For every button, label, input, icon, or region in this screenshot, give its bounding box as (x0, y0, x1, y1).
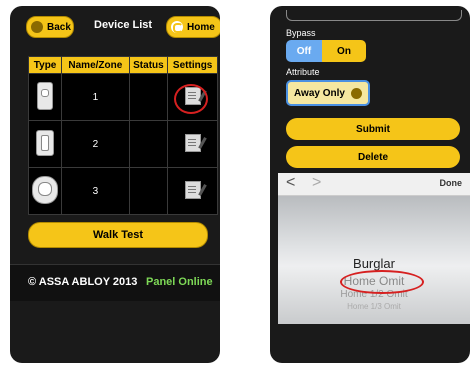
back-icon (31, 21, 43, 33)
highlight-circle (340, 270, 424, 294)
bypass-on-button[interactable]: On (322, 40, 366, 62)
picker-toolbar: < > Done (278, 173, 470, 196)
home-label: Home (187, 21, 215, 33)
type-cell (27, 120, 63, 168)
walk-test-button[interactable]: Walk Test (28, 222, 208, 248)
done-button[interactable]: Done (440, 178, 463, 188)
type-cell (27, 73, 63, 121)
picker-option[interactable]: Burglar (278, 256, 470, 271)
home-icon (171, 21, 183, 33)
bypass-label: Bypass (286, 28, 316, 38)
next-arrow-icon[interactable]: > (312, 174, 321, 192)
header-bar: Back Device List Home (16, 16, 220, 38)
back-button[interactable]: Back (26, 16, 74, 38)
table-row: 1 (27, 73, 218, 121)
settings-cell (167, 167, 218, 215)
column-header-status: Status (128, 56, 169, 74)
type-cell (27, 167, 63, 215)
column-header-name-zone: Name/Zone (61, 56, 130, 74)
edit-settings-icon[interactable] (184, 133, 201, 152)
settings-cell (167, 120, 218, 168)
picker-option[interactable]: Home 1/3 Omit (278, 302, 470, 311)
zone-cell: 3 (61, 167, 130, 215)
status-cell (128, 73, 169, 121)
device-table: Type Name/Zone Status Settings 1 2 3 (27, 56, 218, 215)
device-settings-screen: Bypass Off On Attribute Away Only Submit… (270, 6, 470, 363)
motion-sensor-icon (32, 175, 59, 204)
panel-status: Panel Online (146, 276, 213, 288)
status-cell (128, 120, 169, 168)
table-row: 3 (27, 167, 218, 215)
submit-button[interactable]: Submit (286, 118, 460, 140)
attribute-select[interactable]: Away Only (286, 80, 370, 106)
copyright-text: © ASSA ABLOY 2013 (28, 276, 138, 288)
bypass-toggle: Off On (286, 40, 366, 62)
zone-cell: 2 (61, 120, 130, 168)
settings-cell (167, 73, 218, 121)
back-label: Back (47, 21, 71, 33)
name-field-fragment[interactable] (286, 10, 462, 21)
highlight-circle (174, 84, 209, 114)
edit-settings-icon[interactable] (184, 180, 201, 199)
table-header-row: Type Name/Zone Status Settings (27, 56, 218, 74)
device-list-screen: Back Device List Home Type Name/Zone Sta… (10, 6, 220, 363)
attribute-picker-wheel[interactable]: Burglar Home Omit Home 1/2 Omit Home 1/3… (278, 196, 470, 324)
home-button[interactable]: Home (166, 16, 220, 38)
prev-arrow-icon[interactable]: < (286, 174, 295, 192)
zone-cell: 1 (61, 73, 130, 121)
attribute-value: Away Only (294, 87, 345, 99)
table-row: 2 (27, 120, 218, 168)
delete-button[interactable]: Delete (286, 146, 460, 168)
page-title: Device List (94, 19, 153, 31)
chevron-icon (350, 87, 362, 99)
attribute-label: Attribute (286, 67, 320, 77)
status-cell (128, 167, 169, 215)
column-header-settings: Settings (167, 56, 218, 74)
column-header-type: Type (27, 56, 63, 74)
door-sensor-icon (37, 81, 54, 110)
bypass-off-button[interactable]: Off (286, 40, 322, 62)
window-sensor-icon (36, 129, 55, 156)
